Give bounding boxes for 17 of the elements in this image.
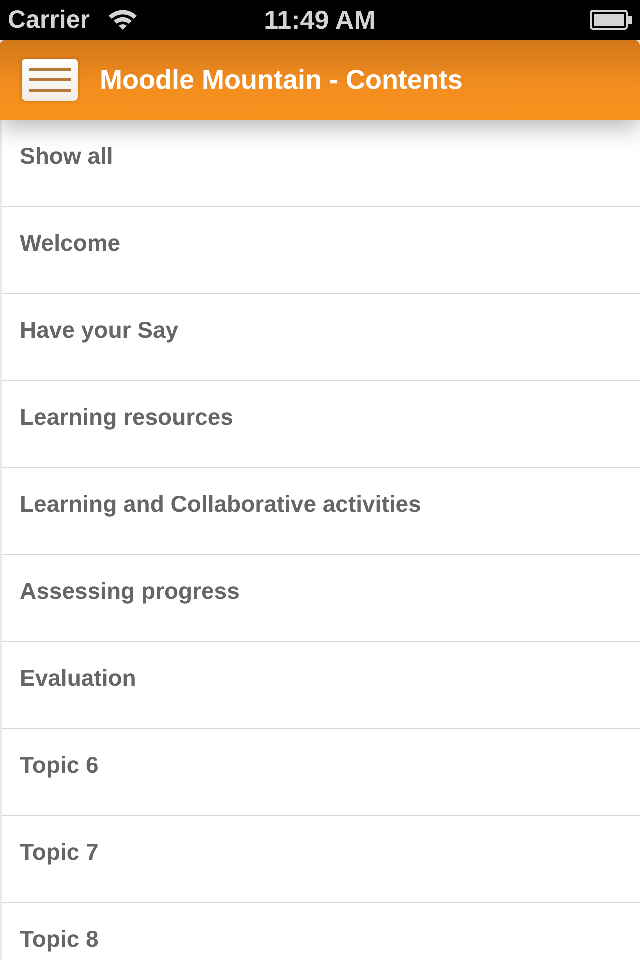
section-item[interactable]: Topic 8 — [2, 903, 640, 960]
menu-icon — [29, 67, 71, 93]
section-item[interactable]: Learning and Collaborative activities — [2, 468, 640, 555]
battery-icon — [590, 10, 632, 30]
status-time: 11:49 AM — [264, 4, 376, 37]
menu-button[interactable] — [22, 59, 78, 101]
section-item[interactable]: Evaluation — [2, 642, 640, 729]
section-item[interactable]: Learning resources — [2, 381, 640, 468]
section-item[interactable]: Topic 7 — [2, 816, 640, 903]
section-item[interactable]: Welcome — [2, 207, 640, 294]
page-title: Moodle Mountain - Contents — [100, 64, 463, 96]
section-item[interactable]: Assessing progress — [2, 555, 640, 642]
section-item[interactable]: Have your Say — [2, 294, 640, 381]
section-item[interactable]: Topic 6 — [2, 729, 640, 816]
section-item[interactable]: Show all — [2, 120, 640, 207]
wifi-icon — [108, 8, 138, 30]
carrier-name: Carrier — [8, 5, 90, 36]
